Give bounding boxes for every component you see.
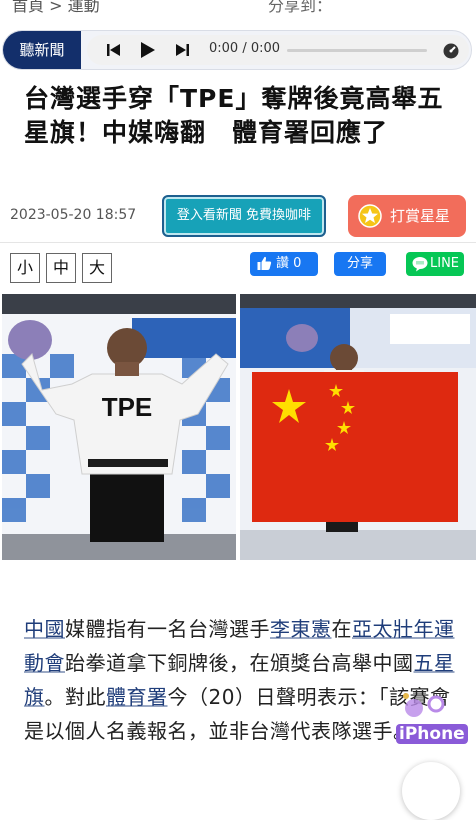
tip-stars-label: 打賞星星 bbox=[390, 207, 451, 225]
line-icon bbox=[412, 257, 428, 272]
share-to-label: 分享到： bbox=[268, 0, 333, 15]
iphone-watermark: iPhone bbox=[394, 688, 468, 746]
next-icon[interactable] bbox=[175, 43, 189, 57]
article-title: 台灣選手穿「TPE」奪牌後竟高舉五星旗！中媒嗨翻 體育署回應了 bbox=[24, 84, 444, 147]
star-coin-icon bbox=[358, 204, 382, 228]
breadcrumb[interactable]: 首頁 > 運動 bbox=[12, 0, 100, 16]
jersey-text: TPE bbox=[102, 392, 153, 422]
playback-time: 0:00 / 0:00 bbox=[209, 41, 281, 56]
link-sports-admin[interactable]: 體育署 bbox=[106, 685, 168, 709]
previous-icon[interactable] bbox=[107, 43, 121, 57]
facebook-like-button[interactable]: 讚 0 bbox=[250, 252, 318, 276]
font-size-large-button[interactable]: 大 bbox=[82, 253, 112, 283]
body-text: 媒體指有一名台灣選手 bbox=[65, 617, 270, 641]
thumbs-up-icon bbox=[257, 256, 272, 270]
publish-date: 2023-05-20 18:57 bbox=[10, 207, 137, 223]
line-share-button[interactable]: LINE 分享 bbox=[406, 252, 464, 295]
photo-athlete-flag bbox=[240, 294, 476, 560]
audio-player: 聽新聞 0:00 / 0:00 bbox=[2, 30, 472, 70]
progress-track[interactable] bbox=[287, 49, 427, 52]
font-size-small-button[interactable]: 小 bbox=[10, 253, 40, 283]
flag bbox=[252, 372, 458, 522]
line-share-label: LINE 分享 bbox=[430, 256, 460, 295]
body-text: 。對此 bbox=[44, 685, 106, 709]
font-size-medium-button[interactable]: 中 bbox=[46, 253, 76, 283]
top-bar: 首頁 > 運動 分享到： bbox=[0, 0, 476, 18]
player-controls: 0:00 / 0:00 bbox=[87, 35, 469, 65]
listen-news-label: 聽新聞 bbox=[3, 31, 81, 69]
divider bbox=[0, 242, 476, 243]
login-promo-button[interactable]: 登入看新聞 免費換咖啡 bbox=[162, 195, 326, 237]
speed-icon[interactable] bbox=[442, 41, 460, 59]
play-icon[interactable] bbox=[139, 42, 155, 58]
like-label: 讚 0 bbox=[276, 256, 302, 271]
body-text: 跆拳道拿下銅牌後，在頒獎台高舉中國 bbox=[65, 651, 414, 675]
photo-athlete-back: TPE bbox=[2, 294, 236, 560]
link-china[interactable]: 中國 bbox=[24, 617, 65, 641]
link-athlete[interactable]: 李東憲 bbox=[270, 617, 332, 641]
tip-stars-button[interactable]: 打賞星星 bbox=[348, 195, 466, 237]
body-text: 在 bbox=[331, 617, 352, 641]
floating-action-button[interactable] bbox=[402, 762, 460, 820]
watermark-text: iPhone bbox=[396, 724, 468, 744]
facebook-share-button[interactable]: 分享 bbox=[334, 252, 386, 276]
